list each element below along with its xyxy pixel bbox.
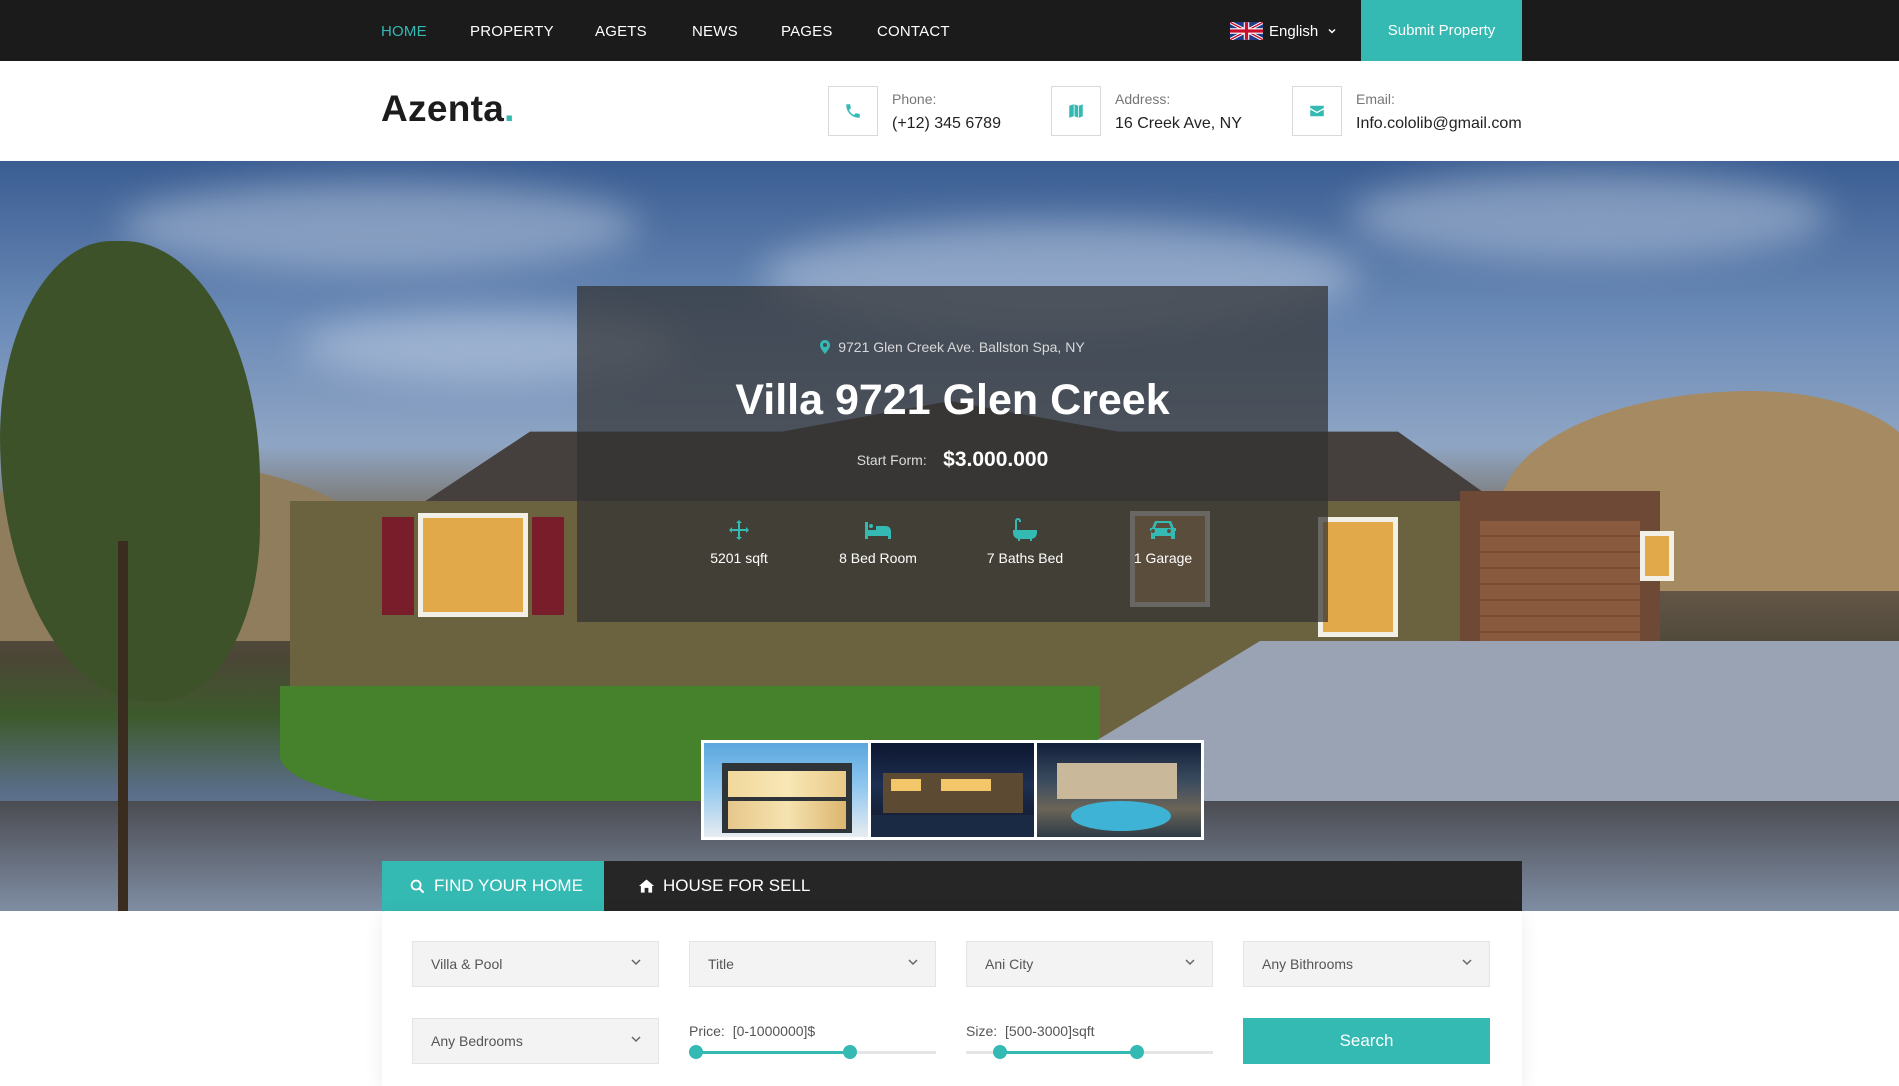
feature-baths-label: 7 Baths Bed <box>986 550 1064 566</box>
price-max-handle[interactable] <box>843 1045 857 1059</box>
size-range-title: Size: <box>966 1023 998 1039</box>
logo-dot: . <box>504 88 515 129</box>
price-label: Start Form: <box>856 452 927 468</box>
feature-area: 5201 sqft <box>669 518 809 566</box>
map-pin-icon <box>820 340 831 354</box>
address-label: Address: <box>1115 91 1171 107</box>
size-min-handle[interactable] <box>993 1045 1007 1059</box>
chevron-down-icon <box>631 1036 641 1043</box>
bathrooms-select[interactable]: Any Bithrooms <box>1243 941 1490 987</box>
nav-property[interactable]: PROPERTY <box>470 23 554 40</box>
nav-pages[interactable]: PAGES <box>781 23 833 40</box>
nav-home[interactable]: HOME <box>381 23 427 40</box>
home-icon <box>639 879 654 893</box>
gallery-thumbnail-1[interactable] <box>704 743 868 837</box>
phone-label: Phone: <box>892 91 937 107</box>
gallery-thumbnails <box>701 740 1204 840</box>
uk-flag-icon <box>1230 22 1263 40</box>
search-icon <box>410 879 425 894</box>
price-range-fill <box>696 1051 849 1054</box>
feature-baths: 7 Baths Bed <box>955 518 1095 566</box>
title-select[interactable]: Title <box>689 941 936 987</box>
feature-bedrooms: 8 Bed Room <box>808 518 948 566</box>
size-max-handle[interactable] <box>1130 1045 1144 1059</box>
chevron-down-icon <box>908 959 918 966</box>
chevron-down-icon <box>1185 959 1195 966</box>
bath-icon <box>1013 518 1037 541</box>
bedrooms-select[interactable]: Any Bedrooms <box>412 1018 659 1064</box>
bed-icon <box>865 522 891 539</box>
map-icon <box>1051 86 1101 136</box>
car-icon <box>1150 521 1176 539</box>
city-select[interactable]: Ani City <box>966 941 1213 987</box>
gallery-thumbnail-2[interactable] <box>870 743 1035 837</box>
nav-agents[interactable]: AGETS <box>595 23 647 40</box>
feature-garage: 1 Garage <box>1093 518 1233 566</box>
bedrooms-value: Any Bedrooms <box>431 1033 523 1049</box>
chevron-down-icon <box>631 959 641 966</box>
feature-area-label: 5201 sqft <box>710 550 768 566</box>
feature-garage-label: 1 Garage <box>1133 550 1193 566</box>
phone-icon <box>828 86 878 136</box>
title-value: Title <box>708 956 734 972</box>
price-range-value: [0-1000000]$ <box>732 1023 816 1039</box>
submit-property-button[interactable]: Submit Property <box>1361 0 1522 61</box>
chevron-down-icon <box>1328 28 1336 34</box>
size-range-label: Size: [500-3000]sqft <box>966 1023 1095 1039</box>
phone-value[interactable]: (+12) 345 6789 <box>892 115 1001 133</box>
nav-news[interactable]: NEWS <box>692 23 738 40</box>
logo-text: Azenta <box>381 88 505 129</box>
price-row: Start Form: $3.000.000 <box>577 448 1328 472</box>
top-nav-bar: HOME PROPERTY AGETS NEWS PAGES CONTACT E… <box>0 0 1899 61</box>
size-range-fill <box>1000 1051 1137 1054</box>
language-label: English <box>1269 22 1319 40</box>
chevron-down-icon <box>1462 959 1472 966</box>
site-logo[interactable]: Azenta. <box>381 88 515 130</box>
tab-house-for-sell-label: HOUSE FOR SELL <box>663 876 811 895</box>
property-address-text: 9721 Glen Creek Ave. Ballston Spa, NY <box>838 339 1085 355</box>
city-value: Ani City <box>985 956 1034 972</box>
tab-find-your-home-label: FIND YOUR HOME <box>434 876 583 895</box>
tab-find-your-home[interactable]: FIND YOUR HOME <box>382 861 604 911</box>
area-arrows-icon <box>729 520 749 540</box>
property-type-select[interactable]: Villa & Pool <box>412 941 659 987</box>
price-range-label: Price: [0-1000000]$ <box>689 1023 815 1039</box>
email-value[interactable]: Info.cololib@gmail.com <box>1356 115 1522 133</box>
property-title: Villa 9721 Glen Creek <box>735 376 1170 424</box>
site-header <box>0 61 1899 161</box>
feature-bedrooms-label: 8 Bed Room <box>839 550 917 566</box>
price-min-handle[interactable] <box>689 1045 703 1059</box>
search-tabs: FIND YOUR HOME HOUSE FOR SELL <box>382 861 1522 911</box>
property-type-value: Villa & Pool <box>431 956 503 972</box>
bathrooms-value: Any Bithrooms <box>1262 956 1354 972</box>
search-button[interactable]: Search <box>1243 1018 1490 1064</box>
language-selector[interactable]: English <box>1230 21 1337 41</box>
envelope-icon <box>1292 86 1342 136</box>
address-value: 16 Creek Ave, NY <box>1115 115 1242 132</box>
gallery-thumbnail-3[interactable] <box>1037 743 1202 837</box>
tab-house-for-sell[interactable]: HOUSE FOR SELL <box>604 861 810 911</box>
property-address: 9721 Glen Creek Ave. Ballston Spa, NY <box>577 339 1328 355</box>
price-value: $3.000.000 <box>943 448 1049 471</box>
nav-contact[interactable]: CONTACT <box>877 23 950 40</box>
price-range-title: Price: <box>689 1023 725 1039</box>
size-range-value: [500-3000]sqft <box>1005 1023 1095 1039</box>
email-label: Email: <box>1356 91 1395 107</box>
